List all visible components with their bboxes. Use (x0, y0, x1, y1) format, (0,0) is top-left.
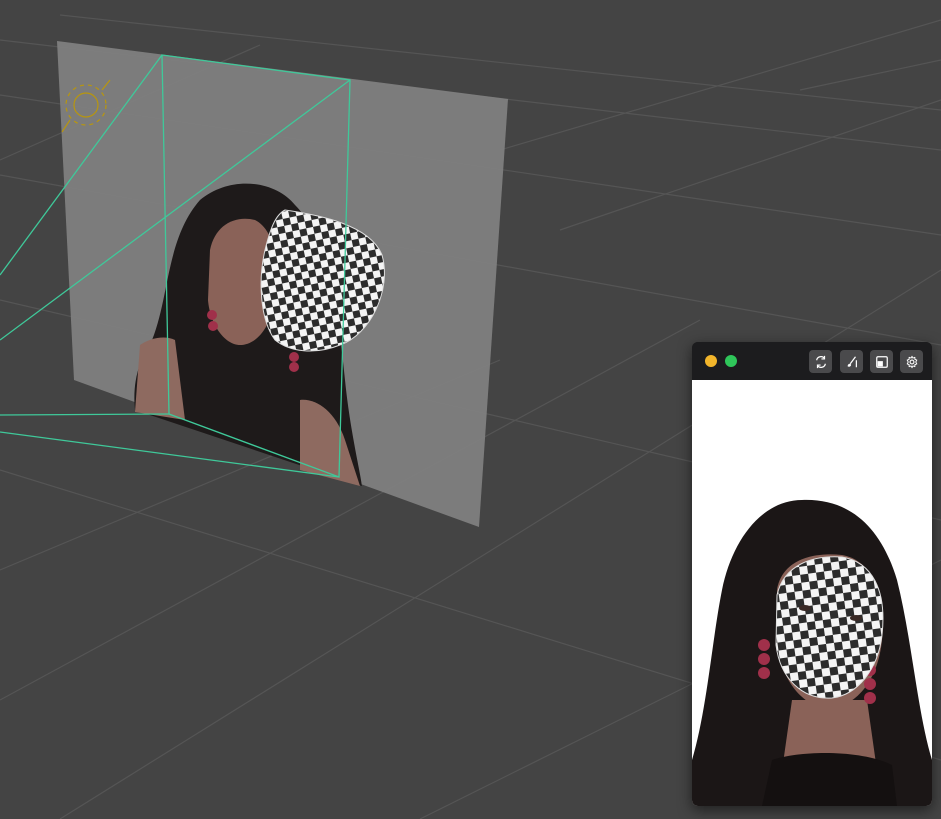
preview-canvas[interactable] (692, 380, 932, 806)
refresh-icon (815, 355, 826, 368)
brush-icon (847, 355, 857, 367)
zoom-button[interactable] (725, 355, 737, 367)
refresh-button[interactable] (809, 350, 832, 373)
preview-window[interactable] (692, 342, 932, 806)
preview-eye-right (850, 615, 862, 621)
preview-titlebar[interactable] (692, 342, 932, 380)
settings-button[interactable] (900, 350, 923, 373)
layout-button[interactable] (870, 350, 893, 373)
preview-eye-left (799, 605, 811, 611)
minimize-button[interactable] (705, 355, 717, 367)
layout-icon (875, 355, 888, 368)
preview-top (762, 753, 897, 806)
edit-button[interactable] (840, 350, 863, 373)
gear-icon (906, 355, 917, 368)
